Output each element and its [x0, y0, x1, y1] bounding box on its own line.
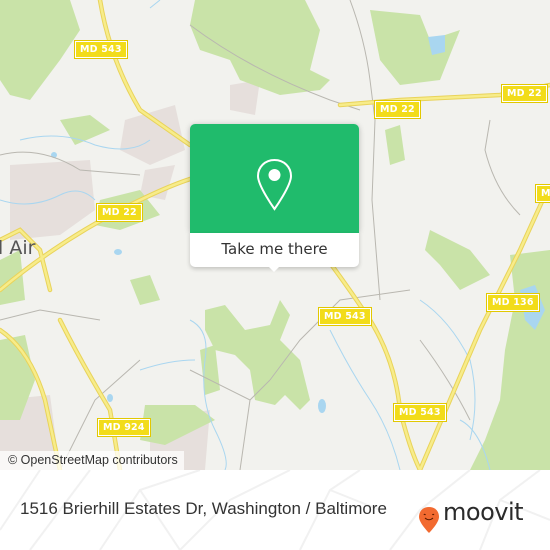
road-shield-md543: MD 543 — [393, 403, 447, 422]
map-attribution[interactable]: © OpenStreetMap contributors — [0, 451, 184, 470]
road-shield-md543: MD 543 — [318, 307, 372, 326]
town-label-bel-air: l Air — [0, 237, 36, 259]
road-shield-md543: MD 543 — [74, 40, 128, 59]
road-shield-md22: MD 22 — [96, 203, 143, 222]
road-shield-md22: MD 22 — [374, 100, 421, 119]
location-popup: Take me there — [190, 124, 359, 272]
road-shield-md-partial: MD — [535, 184, 550, 203]
road-shield-md22: MD 22 — [501, 84, 548, 103]
moovit-pin-icon — [419, 507, 439, 533]
moovit-wordmark: moovit — [443, 498, 524, 526]
road-shield-md924: MD 924 — [97, 418, 151, 437]
footer-bar: 1516 Brierhill Estates Dr, Washington / … — [0, 470, 550, 550]
popup-header — [190, 124, 359, 233]
popup-pointer — [266, 264, 282, 272]
address-text: 1516 Brierhill Estates Dr, Washington / … — [20, 499, 387, 518]
popup-footer: Take me there — [190, 233, 359, 267]
road-shield-md136: MD 136 — [486, 293, 540, 312]
map-view[interactable]: l Air MD 543 MD 22 MD 22 MD 22 MD MD 136… — [0, 0, 550, 470]
location-pin-icon — [256, 158, 293, 211]
take-me-there-button[interactable]: Take me there — [190, 233, 359, 267]
